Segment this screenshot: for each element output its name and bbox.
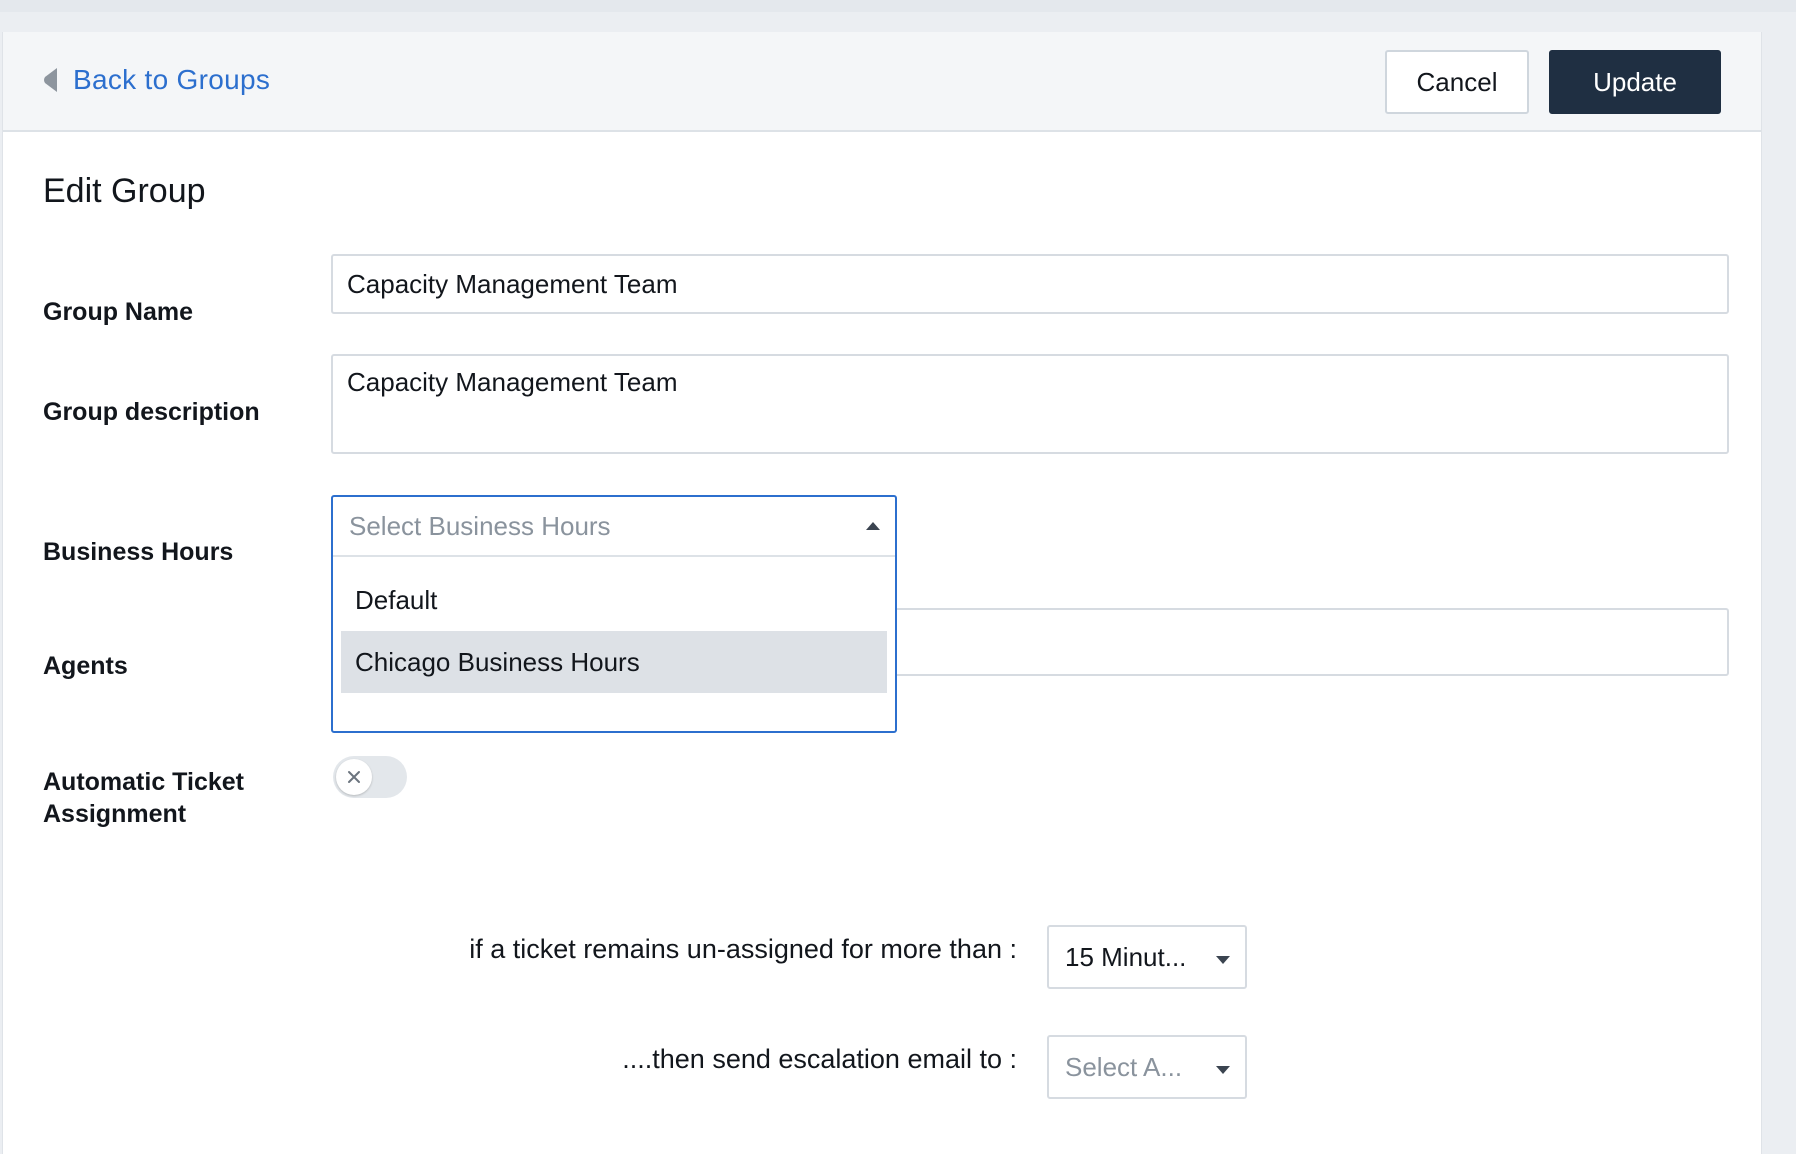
escalation-email-text: ....then send escalation email to : (622, 1044, 1017, 1074)
group-name-label: Group Name (43, 298, 194, 326)
auto-assign-label-line2: Assignment (43, 800, 187, 828)
group-description-textarea[interactable]: Capacity Management Team (331, 354, 1729, 454)
escalation-email-select[interactable]: Select A... (1047, 1035, 1247, 1099)
auto-assign-toggle[interactable] (333, 756, 407, 798)
page-title: Edit Group (43, 172, 206, 210)
update-button[interactable]: Update (1549, 50, 1721, 114)
top-strip (0, 0, 1796, 12)
business-hours-select[interactable]: Select Business Hours (333, 497, 895, 557)
business-hours-placeholder: Select Business Hours (349, 510, 611, 541)
business-hours-dropdown[interactable]: Select Business Hours Default Chicago Bu… (331, 495, 897, 733)
cancel-button[interactable]: Cancel (1385, 50, 1529, 114)
group-description-label: Group description (43, 398, 260, 426)
triangle-left-icon (44, 68, 57, 92)
unassigned-duration-select[interactable]: 15 Minut... (1047, 925, 1247, 989)
agents-label: Agents (43, 652, 128, 680)
toggle-knob (336, 759, 372, 795)
caret-down-icon (1216, 1066, 1230, 1074)
business-hours-option-chicago[interactable]: Chicago Business Hours (341, 631, 887, 693)
auto-assign-label: Automatic Ticket Assignment (43, 766, 244, 830)
caret-up-icon (866, 522, 880, 530)
back-link-label: Back to Groups (73, 64, 271, 95)
close-icon (348, 771, 360, 783)
auto-assign-label-line1: Automatic Ticket (43, 768, 244, 796)
unassigned-duration-value: 15 Minut... (1065, 941, 1187, 972)
edit-group-panel: Back to Groups Cancel Update Edit Group … (2, 32, 1762, 1154)
business-hours-label: Business Hours (43, 538, 234, 566)
back-to-groups-link[interactable]: Back to Groups (43, 64, 270, 96)
caret-down-icon (1216, 956, 1230, 964)
unassigned-rule-text: if a ticket remains un-assigned for more… (469, 934, 1017, 964)
panel-header: Back to Groups Cancel Update (3, 32, 1761, 132)
group-name-input[interactable]: Capacity Management Team (331, 254, 1729, 314)
business-hours-option-default[interactable]: Default (341, 569, 887, 631)
escalation-email-placeholder: Select A... (1065, 1051, 1183, 1082)
